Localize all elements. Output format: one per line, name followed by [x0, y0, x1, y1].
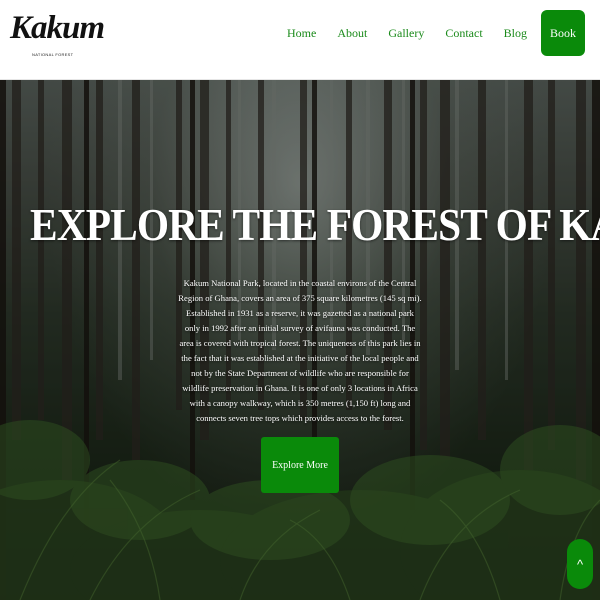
explore-more-button[interactable]: Explore More — [261, 437, 339, 493]
logo-tagline: NATIONAL FOREST — [32, 52, 74, 57]
chevron-up-icon: ^ — [576, 556, 584, 572]
nav-item-home[interactable]: Home — [287, 26, 316, 41]
page: Kakum NATIONAL FOREST Home About Gallery… — [0, 0, 600, 600]
nav-item-gallery[interactable]: Gallery — [388, 26, 424, 41]
nav-item-about[interactable]: About — [337, 26, 367, 41]
book-button[interactable]: Book — [541, 10, 585, 56]
site-header: Kakum NATIONAL FOREST Home About Gallery… — [0, 0, 600, 80]
scroll-to-top-button[interactable]: ^ — [567, 539, 593, 589]
hero-description: Kakum National Park, located in the coas… — [178, 278, 422, 423]
hero-section: EXPLORE THE FOREST OF KAKUM Kakum Nation… — [0, 80, 600, 600]
logo-wordmark: Kakum — [10, 10, 105, 46]
hero-title: EXPLORE THE FOREST OF KAKUM — [30, 199, 600, 250]
nav-item-blog[interactable]: Blog — [504, 26, 527, 41]
brand-logo[interactable]: Kakum NATIONAL FOREST — [8, 10, 105, 62]
nav-item-contact[interactable]: Contact — [445, 26, 482, 41]
main-nav: Home About Gallery Contact Blog Book — [287, 10, 585, 56]
